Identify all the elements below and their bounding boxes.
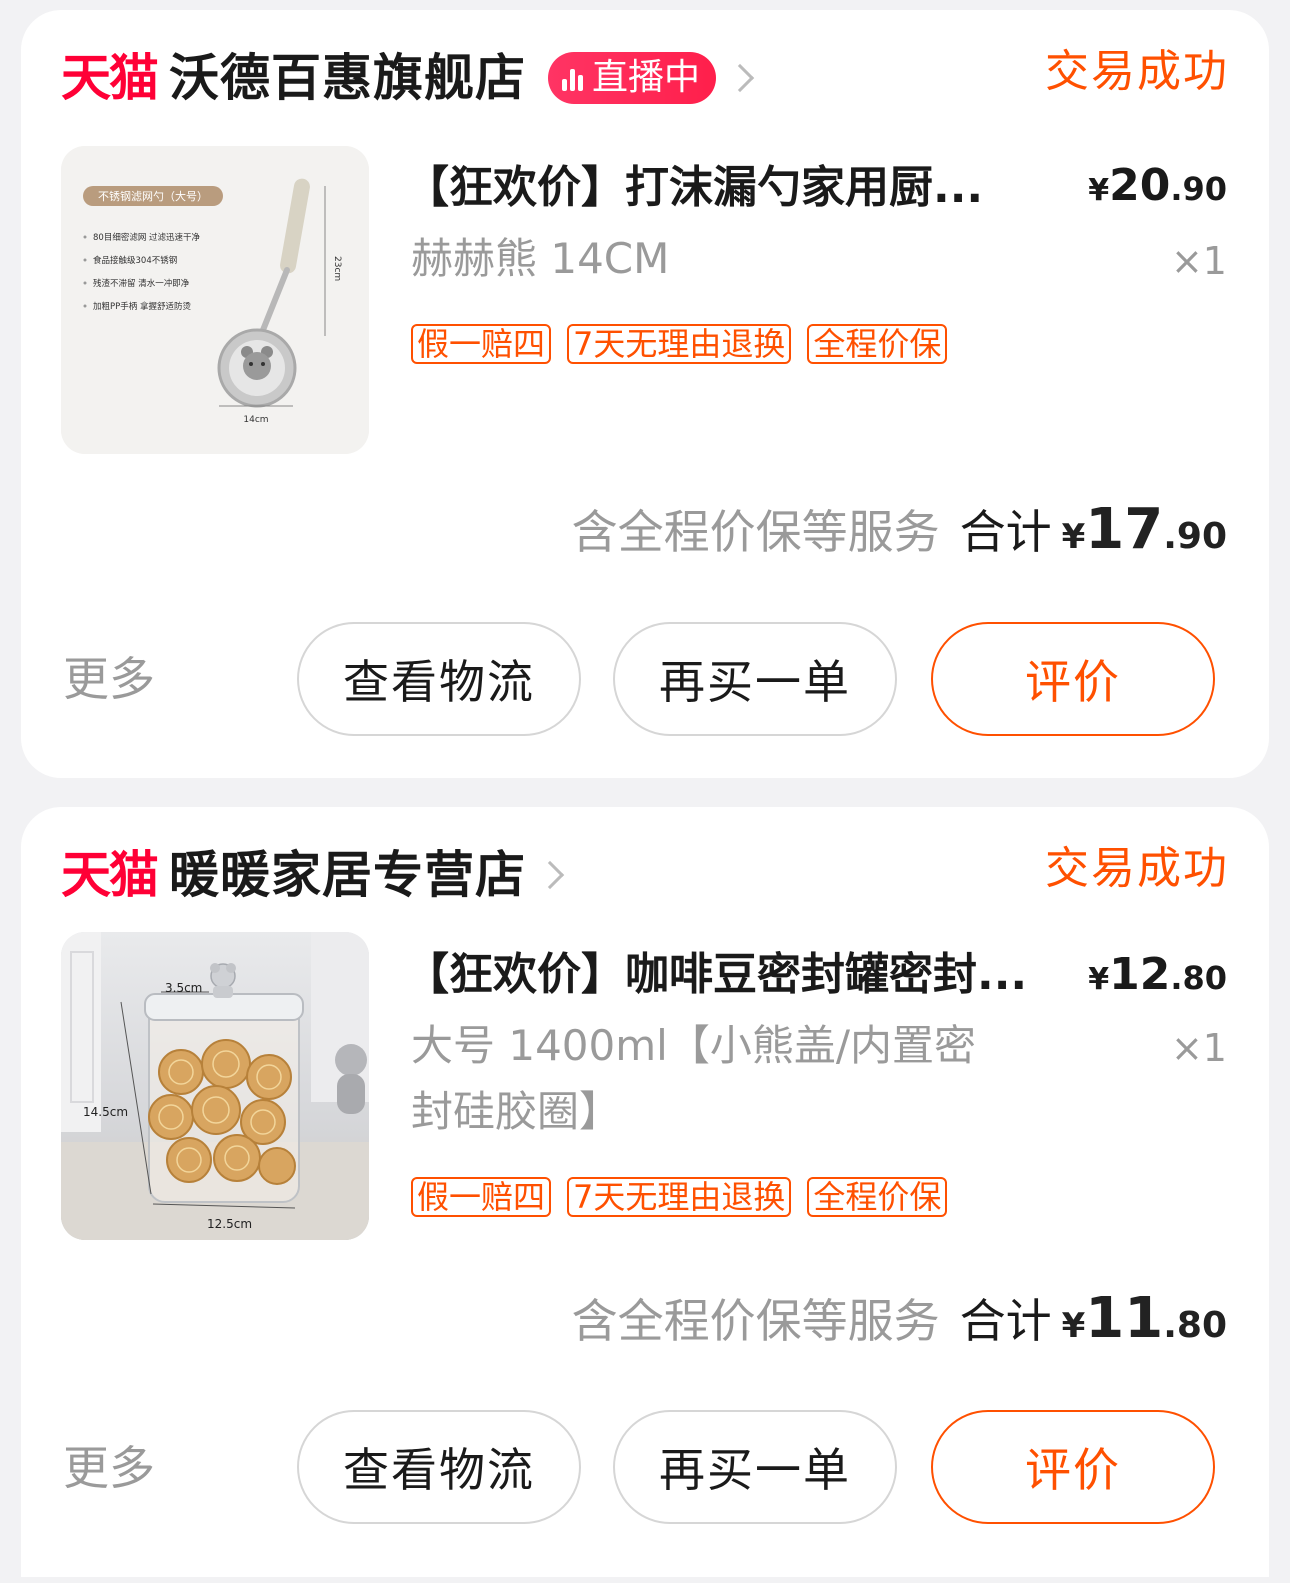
tmall-logo: 天猫 — [61, 49, 159, 107]
service-tag: 7天无理由退换 — [567, 324, 792, 364]
chevron-right-icon[interactable] — [725, 63, 755, 93]
service-tag: 全程价保 — [807, 324, 948, 364]
price-currency: ¥ — [1088, 962, 1110, 997]
total-currency: ¥ — [1061, 517, 1086, 557]
image-badge-text: 不锈钢滤网勺（大号） — [98, 189, 208, 203]
product-price: ¥12.80 — [1088, 953, 1227, 997]
service-note: 含全程价保等服务 — [571, 1294, 940, 1348]
more-button[interactable]: 更多 — [63, 656, 155, 702]
view-logistics-button[interactable]: 查看物流 — [297, 622, 581, 736]
order-card[interactable]: 天猫 暖暖家居专营店 交易成功 3.5cm 14.5cm 12.5cm 【狂欢价… — [21, 807, 1269, 1577]
total-currency: ¥ — [1061, 1306, 1086, 1346]
total-decimal: .90 — [1163, 516, 1227, 557]
total-label: 合计 — [959, 1294, 1052, 1348]
dimension-label: 14cm — [243, 415, 268, 425]
shop-name[interactable]: 沃德百惠旗舰店 — [169, 53, 526, 103]
tmall-logo: 天猫 — [61, 846, 159, 904]
live-badge[interactable]: 直播中 — [548, 52, 717, 104]
price-integer: 20 — [1109, 160, 1171, 211]
product-spec: 赫赫熊 14CM — [411, 234, 670, 283]
live-badge-label: 直播中 — [592, 57, 701, 98]
more-button[interactable]: 更多 — [63, 1445, 155, 1491]
image-bullet-text: 80目细密滤网 过滤迅速干净 — [93, 232, 201, 243]
skimmer-ladle-product-photo-icon: 不锈钢滤网勺（大号） 80目细密滤网 过滤迅速干净 食品接触级304不锈钢 残渣… — [61, 146, 369, 454]
order-total: 含全程价保等服务 合计 ¥11.80 — [572, 1285, 1227, 1351]
dimension-label: 3.5cm — [165, 981, 202, 995]
shop-name[interactable]: 暖暖家居专营店 — [169, 850, 526, 900]
shop-header[interactable]: 天猫 暖暖家居专营店 交易成功 — [61, 837, 1229, 913]
glass-jar-product-photo-icon: 3.5cm 14.5cm 12.5cm — [61, 932, 369, 1240]
image-bullet-text: 残渣不滞留 清水一冲即净 — [93, 278, 190, 289]
product-image[interactable]: 3.5cm 14.5cm 12.5cm — [61, 932, 369, 1240]
order-total: 含全程价保等服务 合计 ¥17.90 — [572, 496, 1227, 562]
dimension-label: 12.5cm — [207, 1217, 252, 1231]
view-logistics-button[interactable]: 查看物流 — [297, 1410, 581, 1524]
buy-again-button[interactable]: 再买一单 — [613, 1410, 897, 1524]
live-bars-icon — [562, 65, 586, 91]
order-card[interactable]: 天猫 沃德百惠旗舰店 直播中 交易成功 不锈钢滤网勺（大号） 80目细密滤网 过… — [21, 10, 1269, 778]
price-integer: 12 — [1109, 949, 1171, 1000]
product-spec-line: 大号 1400ml【小熊盖/内置密 — [411, 1021, 976, 1070]
product-price: ¥20.90 — [1088, 164, 1227, 208]
image-bullet-text: 食品接触级304不锈钢 — [93, 255, 177, 266]
service-tags: 假一赔四 7天无理由退换 全程价保 — [411, 1177, 963, 1217]
total-decimal: .80 — [1163, 1305, 1227, 1346]
total-label: 合计 — [959, 505, 1052, 559]
review-button[interactable]: 评价 — [931, 622, 1215, 736]
service-tag: 假一赔四 — [411, 1177, 552, 1217]
service-tag: 全程价保 — [807, 1177, 948, 1217]
total-integer: 17 — [1085, 497, 1164, 562]
dimension-label: 14.5cm — [83, 1105, 128, 1119]
total-integer: 11 — [1085, 1286, 1164, 1351]
service-tag: 7天无理由退换 — [567, 1177, 792, 1217]
service-note: 含全程价保等服务 — [571, 505, 940, 559]
product-spec: 大号 1400ml【小熊盖/内置密 封硅胶圈】 — [411, 1013, 976, 1145]
shop-header[interactable]: 天猫 沃德百惠旗舰店 直播中 交易成功 — [61, 40, 1229, 116]
product-image[interactable]: 不锈钢滤网勺（大号） 80目细密滤网 过滤迅速干净 食品接触级304不锈钢 残渣… — [61, 146, 369, 454]
product-quantity: ×1 — [1170, 239, 1227, 283]
product-title[interactable]: 【狂欢价】打沫漏勺家用厨... — [405, 166, 983, 210]
product-spec-line: 封硅胶圈】 — [411, 1087, 622, 1136]
dimension-label: 23cm — [332, 256, 342, 281]
product-quantity: ×1 — [1170, 1026, 1227, 1070]
buy-again-button[interactable]: 再买一单 — [613, 622, 897, 736]
order-status: 交易成功 — [1045, 843, 1229, 894]
order-status: 交易成功 — [1045, 46, 1229, 97]
product-title[interactable]: 【狂欢价】咖啡豆密封罐密封... — [405, 953, 1027, 997]
price-decimal: .90 — [1170, 170, 1227, 208]
image-bullet-text: 加粗PP手柄 拿握舒适防烫 — [93, 301, 191, 312]
service-tag: 假一赔四 — [411, 324, 552, 364]
service-tags: 假一赔四 7天无理由退换 全程价保 — [411, 324, 963, 364]
price-currency: ¥ — [1088, 173, 1110, 208]
chevron-right-icon[interactable] — [535, 860, 565, 890]
review-button[interactable]: 评价 — [931, 1410, 1215, 1524]
price-decimal: .80 — [1170, 959, 1227, 997]
